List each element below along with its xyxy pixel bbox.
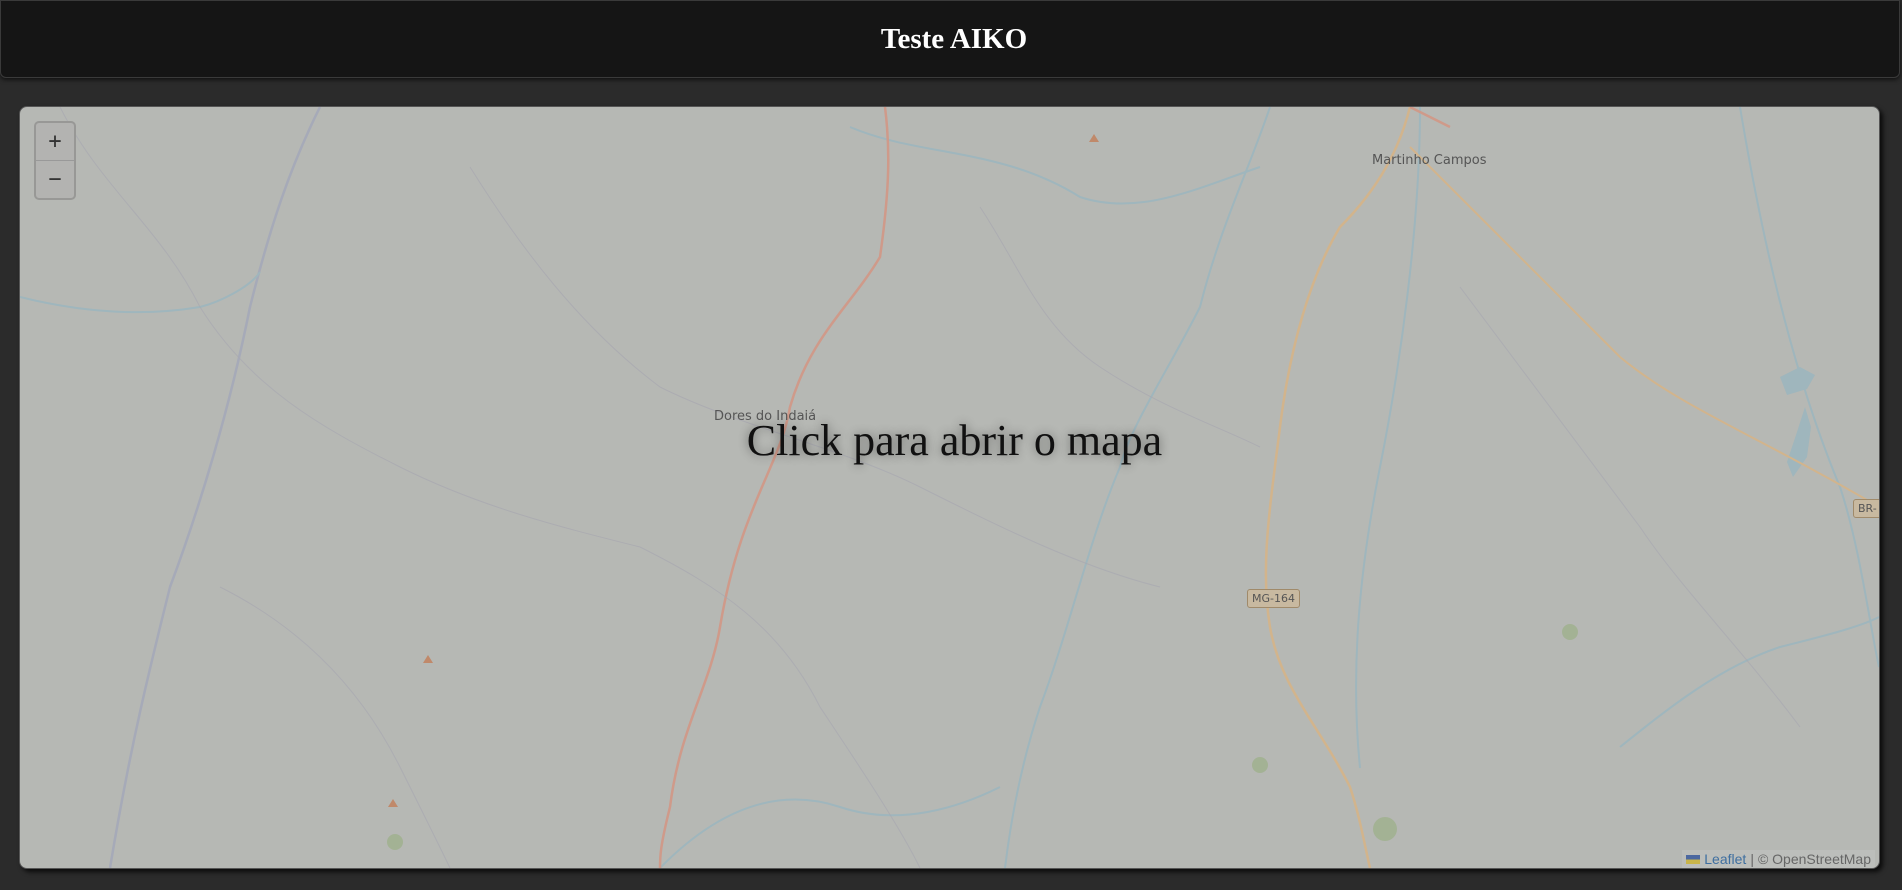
page-title: Teste AIKO bbox=[880, 22, 1028, 55]
zoom-out-button[interactable]: − bbox=[36, 161, 74, 198]
leaflet-link[interactable]: Leaflet bbox=[1704, 851, 1746, 867]
map-tiles bbox=[20, 107, 1879, 868]
road-shield-br: BR- bbox=[1853, 499, 1879, 518]
app-header: Teste AIKO bbox=[0, 0, 1900, 78]
town-label-martinho: Martinho Campos bbox=[1372, 153, 1487, 168]
map-attribution: Leaflet | © OpenStreetMap bbox=[1682, 850, 1875, 868]
ukraine-flag-icon bbox=[1686, 854, 1701, 864]
zoom-in-button[interactable]: + bbox=[36, 123, 74, 161]
road-shield-mg164: MG-164 bbox=[1247, 589, 1300, 608]
zoom-control: + − bbox=[34, 121, 76, 200]
map-container[interactable]: Dores do Indaiá Martinho Campos MG-164 B… bbox=[19, 106, 1880, 869]
attribution-separator: | bbox=[1750, 851, 1754, 867]
osm-credit: © OpenStreetMap bbox=[1757, 851, 1871, 867]
open-map-prompt[interactable]: Click para abrir o mapa bbox=[20, 415, 1879, 466]
